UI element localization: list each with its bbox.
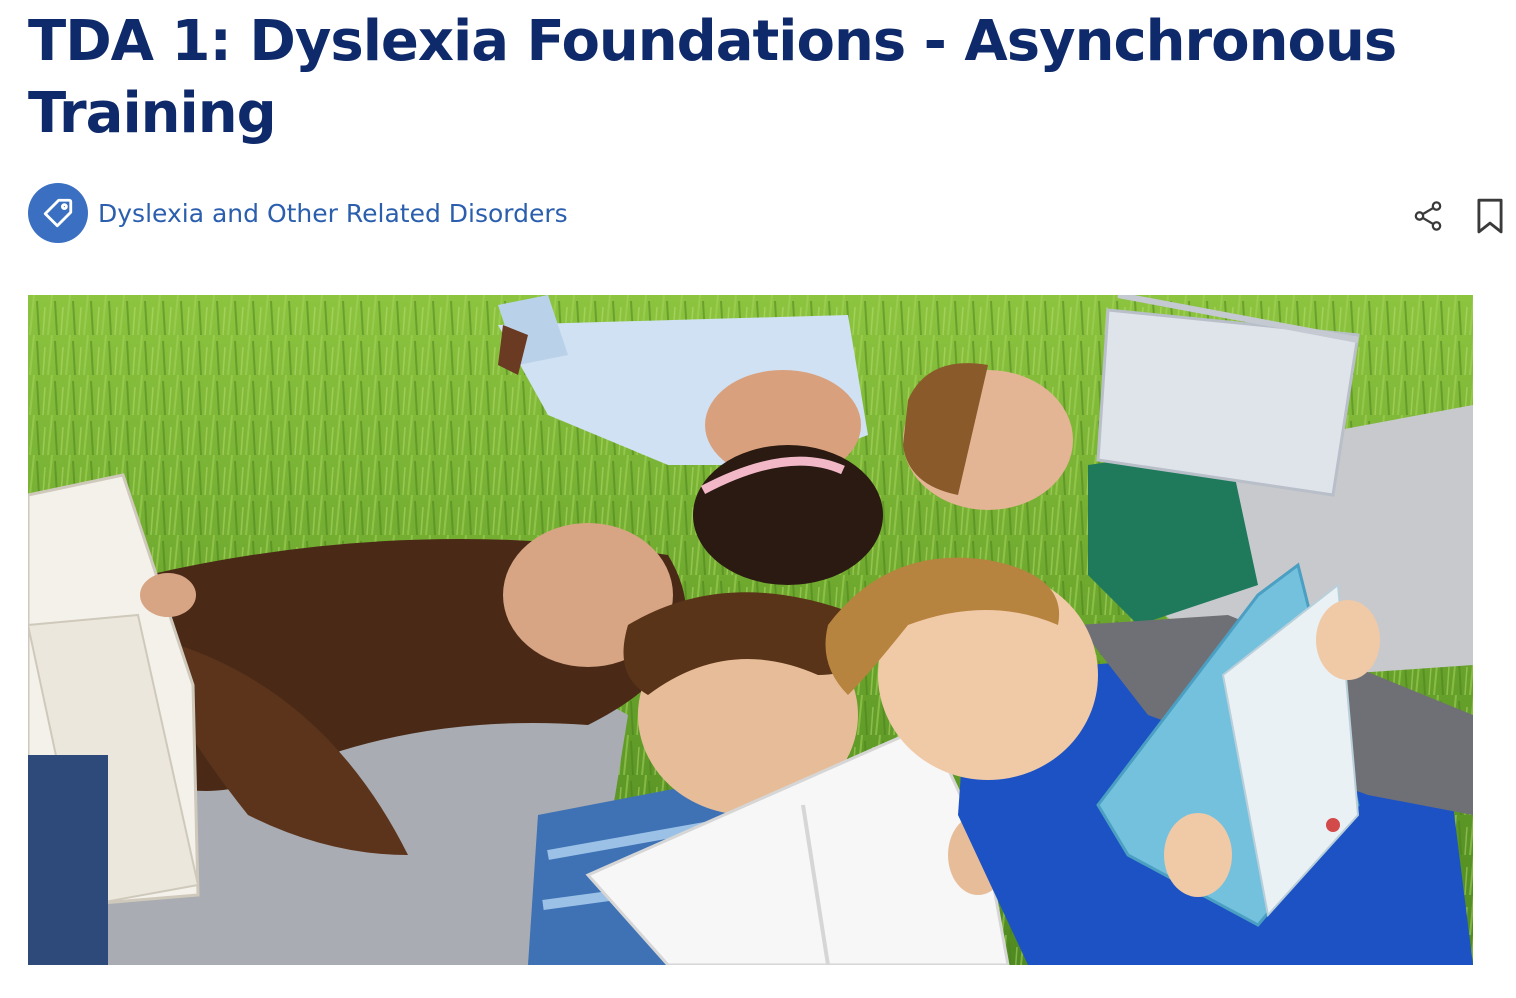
tag-icon: [28, 183, 88, 243]
hero-image: [28, 295, 1473, 965]
bookmark-icon[interactable]: [1472, 196, 1508, 236]
hero-illustration: [28, 295, 1473, 965]
category-tag[interactable]: Dyslexia and Other Related Disorders: [28, 183, 568, 243]
category-link[interactable]: Dyslexia and Other Related Disorders: [98, 199, 568, 228]
article-actions: [1410, 196, 1508, 236]
page-title: TDA 1: Dyslexia Foundations - Asynchrono…: [28, 9, 1397, 146]
share-icon[interactable]: [1410, 196, 1446, 236]
